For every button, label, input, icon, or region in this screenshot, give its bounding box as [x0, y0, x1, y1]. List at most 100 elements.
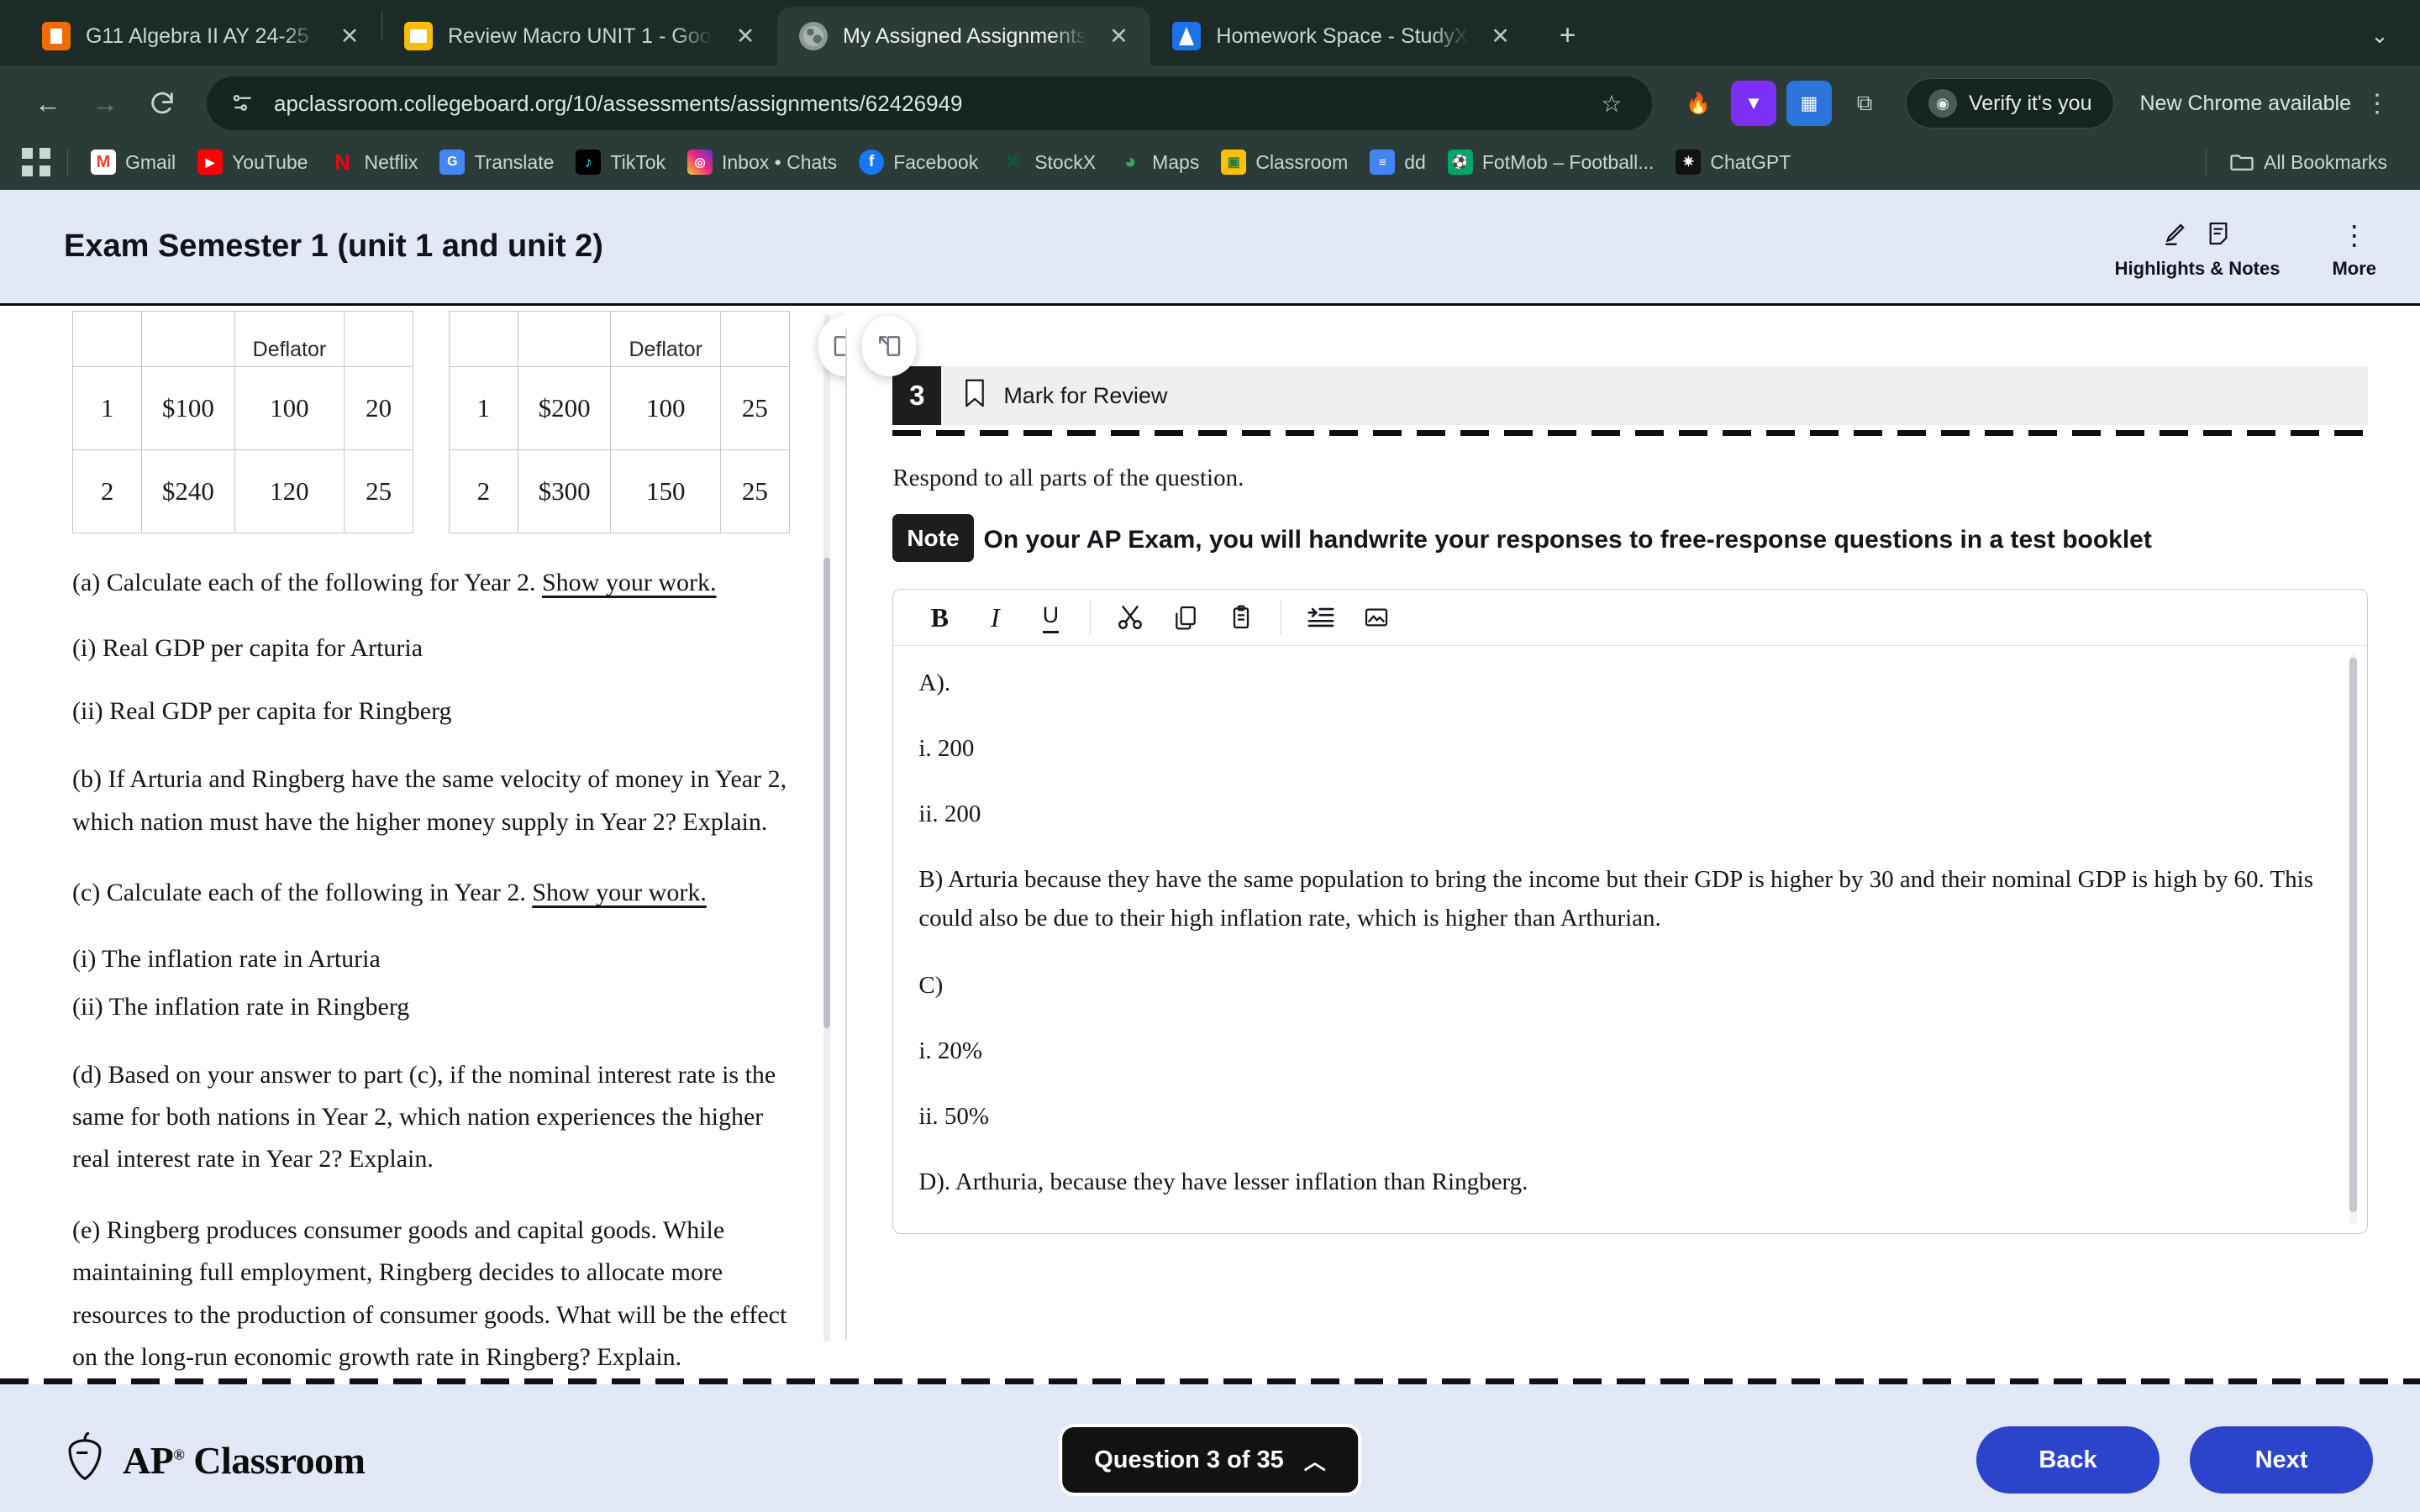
question-part-a: (a) Calculate each of the following for …: [72, 569, 717, 596]
studyx-icon: [1172, 22, 1202, 50]
more-button[interactable]: ⋮ More: [2332, 221, 2376, 280]
table-cell: 25: [720, 366, 790, 450]
indent-icon[interactable]: [1293, 591, 1349, 643]
close-icon[interactable]: ✕: [333, 19, 366, 53]
url-text: apclassroom.collegeboard.org/10/assessme…: [274, 90, 963, 116]
editor-text-area[interactable]: A). i. 200 ii. 200 B) Arturia because th…: [893, 646, 2367, 1233]
next-button[interactable]: Next: [2190, 1426, 2373, 1494]
new-chrome-available-label[interactable]: New Chrome available: [2139, 92, 2351, 116]
table-row: 2 $240 120 25: [71, 449, 413, 533]
editor-toolbar: B I U: [893, 590, 2367, 646]
bookmark-fotmob[interactable]: ⚽ FotMob – Football...: [1437, 143, 1665, 181]
bookmark-classroom[interactable]: ▣ Classroom: [1210, 143, 1359, 181]
cut-icon[interactable]: [1102, 591, 1158, 643]
new-tab-button[interactable]: +: [1544, 12, 1591, 59]
bookmark-netflix[interactable]: N Netflix: [318, 143, 429, 181]
header-actions: Highlights & Notes ⋮ More: [2115, 214, 2376, 280]
response-editor[interactable]: B I U A). i. 200 ii. 200 B) Arturia beca…: [892, 589, 2368, 1235]
table-cell: 2: [71, 449, 143, 533]
browser-tab-3-active[interactable]: My Assigned Assignments ✕: [777, 7, 1151, 66]
bookmark-instagram[interactable]: ◎ Inbox • Chats: [676, 143, 848, 181]
bookmark-tiktok[interactable]: ♪ TikTok: [565, 143, 676, 181]
question-body: (a) Calculate each of the following for …: [72, 562, 790, 1378]
globe-icon: [799, 22, 828, 50]
bookmark-maps[interactable]: ◕ Maps: [1107, 143, 1210, 181]
verify-identity-button[interactable]: ◉ Verify it's you: [1905, 78, 2115, 129]
close-icon[interactable]: ✕: [1102, 19, 1135, 53]
highlights-notes-button[interactable]: Highlights & Notes: [2115, 221, 2280, 280]
gmail-icon: M: [91, 150, 116, 175]
close-icon[interactable]: ✕: [1484, 19, 1518, 53]
italic-icon[interactable]: I: [967, 591, 1023, 643]
table-header-cell: [71, 311, 143, 367]
underline-icon[interactable]: U: [1023, 591, 1078, 643]
close-icon[interactable]: ✕: [729, 19, 762, 53]
apps-grid-icon[interactable]: [22, 148, 50, 176]
bookmark-dd[interactable]: ≡ dd: [1359, 143, 1437, 181]
bookmark-facebook[interactable]: f Facebook: [848, 143, 989, 181]
google-maps-icon: ◕: [1123, 150, 1137, 173]
back-button[interactable]: ←: [22, 77, 74, 129]
bookmark-gmail[interactable]: M Gmail: [80, 143, 187, 181]
table-cell: $240: [141, 449, 235, 533]
page-info-icon[interactable]: [229, 89, 257, 118]
chevron-down-icon[interactable]: ⌄: [2358, 13, 2402, 57]
toolbar-divider: [1090, 601, 1092, 635]
bookmark-stockx[interactable]: ✕ StockX: [989, 143, 1107, 181]
forward-button[interactable]: →: [79, 77, 131, 129]
answer-paragraph: C): [918, 971, 944, 999]
extensions-icon[interactable]: ⧉: [1842, 81, 1887, 126]
flame-extension-icon[interactable]: 🔥: [1676, 81, 1721, 126]
answer-paragraph: i. 20%: [918, 1037, 983, 1064]
puzzle-extension-icon[interactable]: ▦: [1786, 81, 1832, 126]
table-row: 1 $100 100 20: [71, 366, 413, 450]
note-callout: Note On your AP Exam, you will handwrite …: [892, 514, 2368, 563]
split-view: Deflator 1 $100 100 20 2 $240 120 25 Def…: [0, 306, 2420, 1379]
star-icon[interactable]: ☆: [1593, 90, 1630, 118]
note-badge: Note: [892, 514, 974, 563]
bookmark-label: FotMob – Football...: [1481, 150, 1655, 173]
table-cell: 2: [448, 449, 519, 533]
table-cell: $100: [141, 366, 235, 450]
address-bar[interactable]: apclassroom.collegeboard.org/10/assessme…: [207, 76, 1652, 130]
grammarly-extension-icon[interactable]: ▼: [1730, 81, 1776, 126]
left-pane-scrollbar[interactable]: [823, 314, 830, 1342]
scrollbar-thumb[interactable]: [2349, 657, 2357, 1212]
bookmark-translate[interactable]: G Translate: [429, 143, 565, 181]
question-part-c-ii: (ii) The inflation rate in Ringberg: [72, 992, 410, 1021]
ap-classroom-wordmark: AP® Classroom: [123, 1438, 366, 1482]
netflix-icon: N: [334, 150, 350, 175]
bookmark-chatgpt[interactable]: ✷ ChatGPT: [1665, 143, 1802, 181]
chevron-up-icon: ︿: [1303, 1448, 1326, 1474]
bold-icon[interactable]: B: [912, 591, 967, 643]
bookmark-label: Netflix: [364, 150, 418, 173]
table-cell: $200: [517, 366, 612, 450]
bookmarks-bar-right: All Bookmarks: [2194, 143, 2398, 181]
answer-paragraph: i. 200: [918, 735, 975, 762]
mark-for-review-button[interactable]: Mark for Review: [941, 366, 1192, 425]
bookmark-youtube[interactable]: ▶ YouTube: [187, 143, 318, 181]
more-label: More: [2332, 257, 2376, 279]
table-header-cell: Deflator: [610, 311, 722, 367]
insert-image-icon[interactable]: [1349, 591, 1404, 643]
table-row: 1 $200 100 25: [448, 366, 790, 450]
paste-icon[interactable]: [1213, 591, 1269, 643]
question-selector-button[interactable]: Question 3 of 35 ︿: [1062, 1427, 1358, 1494]
expand-stimulus-button[interactable]: [818, 316, 845, 376]
reload-button[interactable]: [136, 77, 188, 129]
scrollbar-thumb[interactable]: [823, 558, 830, 1028]
table-cell: 120: [234, 449, 345, 533]
ap-classroom-logo: AP® Classroom: [64, 1431, 366, 1488]
browser-toolbar: ← → apclassroom.collegeboard.org/10/asse…: [0, 66, 2420, 141]
browser-tab-4[interactable]: Homework Space - StudyX ✕: [1150, 7, 1532, 66]
question-header: 3 Mark for Review: [892, 366, 2368, 425]
back-button[interactable]: Back: [1976, 1426, 2160, 1494]
bookmark-label: Inbox • Chats: [722, 150, 838, 173]
table-cell: 20: [344, 366, 413, 450]
kebab-menu-icon[interactable]: ⋮: [2356, 91, 2398, 116]
browser-tab-2[interactable]: Review Macro UNIT 1 - Googl ✕: [382, 7, 777, 66]
all-bookmarks-button[interactable]: All Bookmarks: [2218, 143, 2398, 181]
copy-icon[interactable]: [1158, 591, 1213, 643]
browser-tab-1[interactable]: G11 Algebra II AY 24-25 ✕: [20, 7, 381, 66]
collapse-question-button[interactable]: [862, 316, 917, 376]
